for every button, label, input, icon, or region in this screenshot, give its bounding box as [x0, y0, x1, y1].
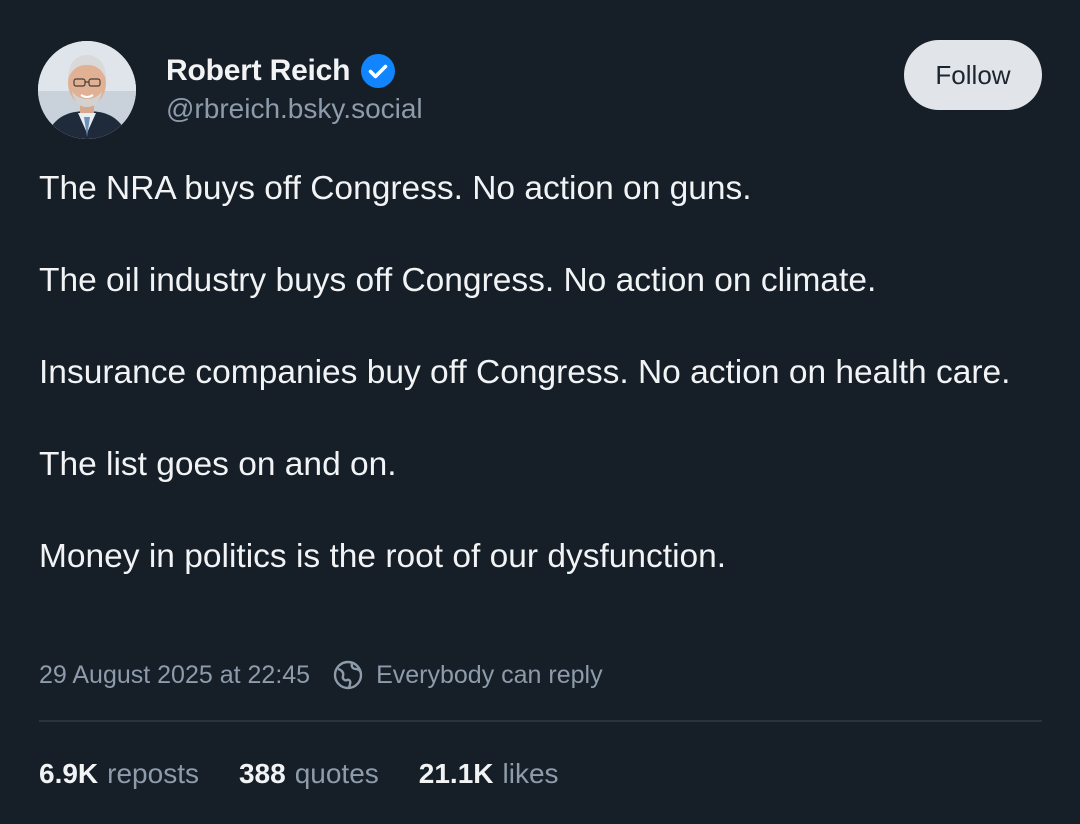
author-handle[interactable]: @rbreich.bsky.social — [166, 93, 423, 125]
likes-label: likes — [502, 758, 559, 789]
quotes-count: 388 — [238, 758, 286, 789]
reply-setting-label: Everybody can reply — [376, 660, 603, 689]
post-paragraph: Money in politics is the root of our dys… — [39, 538, 727, 575]
verified-badge-icon[interactable] — [360, 53, 396, 89]
post-paragraph: The oil industry buys off Congress. No a… — [39, 262, 877, 299]
post-paragraph: The NRA buys off Congress. No action on … — [39, 170, 752, 207]
likes-count: 21.1K — [418, 758, 494, 789]
quotes-stat[interactable]: 388 quotes — [239, 758, 379, 790]
quotes-label: quotes — [294, 758, 379, 789]
engagement-stats: 6.9K reposts 388 quotes 21.1K likes — [39, 754, 599, 794]
follow-button[interactable]: Follow — [904, 40, 1042, 110]
globe-icon — [333, 660, 363, 690]
avatar[interactable] — [38, 41, 136, 139]
post-paragraph: Insurance companies buy off Congress. No… — [39, 354, 1011, 391]
reposts-count: 6.9K — [39, 758, 99, 789]
post-paragraph: The list goes on and on. — [39, 446, 397, 483]
author-name-row: Robert Reich — [166, 52, 396, 90]
reposts-stat[interactable]: 6.9K reposts — [39, 758, 199, 790]
reposts-label: reposts — [107, 758, 199, 789]
reply-setting[interactable]: Everybody can reply — [332, 659, 603, 691]
likes-stat[interactable]: 21.1K likes — [419, 758, 559, 790]
divider — [39, 720, 1042, 722]
avatar-image — [38, 41, 136, 139]
post-timestamp[interactable]: 29 August 2025 at 22:45 — [39, 661, 310, 690]
post-text: The NRA buys off Congress. No action on … — [39, 166, 1049, 626]
post-meta: 29 August 2025 at 22:45 Everybody can re… — [39, 656, 603, 694]
author-display-name[interactable]: Robert Reich — [166, 54, 350, 88]
